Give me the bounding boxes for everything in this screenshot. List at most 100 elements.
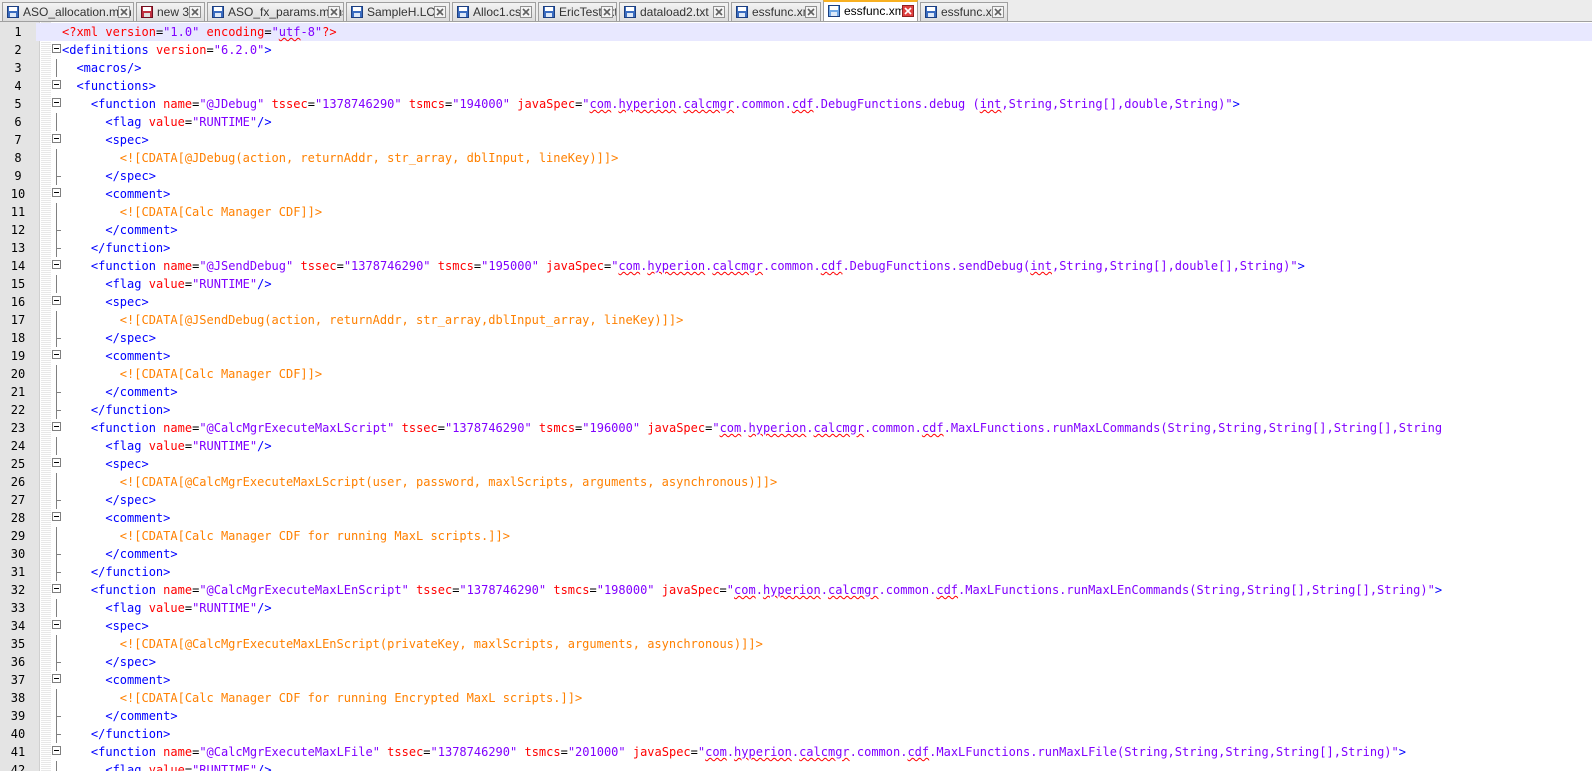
line-number: 10 bbox=[0, 185, 36, 203]
code-line[interactable]: 13 </function> bbox=[0, 239, 1592, 257]
line-number: 23 bbox=[0, 419, 36, 437]
tab-2[interactable]: new 3 bbox=[136, 2, 205, 21]
line-number: 6 bbox=[0, 113, 36, 131]
code-line[interactable]: 32 <function name="@CalcMgrExecuteMaxLEn… bbox=[0, 581, 1592, 599]
line-number: 13 bbox=[0, 239, 36, 257]
line-number: 32 bbox=[0, 581, 36, 599]
close-tab-icon[interactable] bbox=[992, 6, 1004, 18]
fold-collapse-icon[interactable] bbox=[52, 584, 61, 593]
code-line[interactable]: 34 <spec> bbox=[0, 617, 1592, 635]
close-tab-icon[interactable] bbox=[328, 6, 340, 18]
code-line[interactable]: 29 <![CDATA[Calc Manager CDF for running… bbox=[0, 527, 1592, 545]
code-line[interactable]: 3 <macros/> bbox=[0, 59, 1592, 77]
code-line[interactable]: 14 <function name="@JSendDebug" tssec="1… bbox=[0, 257, 1592, 275]
code-line[interactable]: 27 </spec> bbox=[0, 491, 1592, 509]
line-number: 30 bbox=[0, 545, 36, 563]
close-tab-icon[interactable] bbox=[118, 6, 130, 18]
fold-collapse-icon[interactable] bbox=[52, 98, 61, 107]
code-editor[interactable]: 1 <?xml version="1.0" encoding="utf-8"?> 2… bbox=[0, 22, 1592, 771]
line-number: 33 bbox=[0, 599, 36, 617]
code-line[interactable]: 8 <![CDATA[@JDebug(action, returnAddr, s… bbox=[0, 149, 1592, 167]
code-line[interactable]: 26 <![CDATA[@CalcMgrExecuteMaxLScript(us… bbox=[0, 473, 1592, 491]
line-number: 37 bbox=[0, 671, 36, 689]
code-line[interactable]: 19 <comment> bbox=[0, 347, 1592, 365]
code-line[interactable]: 38 <![CDATA[Calc Manager CDF for running… bbox=[0, 689, 1592, 707]
tab-9[interactable]: essfunc.xml bbox=[823, 0, 918, 21]
tab-4[interactable]: SampleH.LOG bbox=[346, 2, 450, 21]
close-tab-icon[interactable] bbox=[520, 6, 532, 18]
fold-collapse-icon[interactable] bbox=[52, 458, 61, 467]
tab-6[interactable]: EricTest.txt bbox=[538, 2, 617, 21]
close-tab-icon[interactable] bbox=[189, 6, 201, 18]
code-line[interactable]: 9 </spec> bbox=[0, 167, 1592, 185]
fold-collapse-icon[interactable] bbox=[52, 134, 61, 143]
tab-5[interactable]: Alloc1.csc bbox=[452, 2, 536, 21]
fold-guide bbox=[56, 761, 57, 771]
close-tab-icon[interactable] bbox=[902, 5, 914, 17]
tab-10[interactable]: essfunc.xml bbox=[920, 2, 1008, 21]
fold-collapse-icon[interactable] bbox=[52, 620, 61, 629]
code-line[interactable]: 17 <![CDATA[@JSendDebug(action, returnAd… bbox=[0, 311, 1592, 329]
code-line[interactable]: 23 <function name="@CalcMgrExecuteMaxLSc… bbox=[0, 419, 1592, 437]
code-line[interactable]: 30 </comment> bbox=[0, 545, 1592, 563]
tab-8[interactable]: essfunc.xml bbox=[731, 2, 821, 21]
close-tab-icon[interactable] bbox=[601, 6, 613, 18]
file-saved-icon bbox=[925, 6, 937, 18]
fold-collapse-icon[interactable] bbox=[52, 80, 61, 89]
code-line[interactable]: 20 <![CDATA[Calc Manager CDF]]> bbox=[0, 365, 1592, 383]
fold-guide bbox=[56, 149, 57, 167]
fold-collapse-icon[interactable] bbox=[52, 188, 61, 197]
file-unsaved-icon bbox=[141, 6, 153, 18]
code-line[interactable]: 12 </comment> bbox=[0, 221, 1592, 239]
code-line[interactable]: 5 <function name="@JDebug" tssec="137874… bbox=[0, 95, 1592, 113]
code-line[interactable]: 10 <comment> bbox=[0, 185, 1592, 203]
code-line[interactable]: 24 <flag value="RUNTIME"/> bbox=[0, 437, 1592, 455]
fold-collapse-icon[interactable] bbox=[52, 422, 61, 431]
code-text: <function name="@CalcMgrExecuteMaxLScrip… bbox=[90, 421, 1443, 435]
code-line[interactable]: 41 <function name="@CalcMgrExecuteMaxLFi… bbox=[0, 743, 1592, 761]
line-number: 11 bbox=[0, 203, 36, 221]
code-line[interactable]: 36 </spec> bbox=[0, 653, 1592, 671]
code-line[interactable]: 7 <spec> bbox=[0, 131, 1592, 149]
fold-collapse-icon[interactable] bbox=[52, 260, 61, 269]
code-line[interactable]: 21 </comment> bbox=[0, 383, 1592, 401]
code-line[interactable]: 18 </spec> bbox=[0, 329, 1592, 347]
code-line[interactable]: 28 <comment> bbox=[0, 509, 1592, 527]
code-line[interactable]: 35 <![CDATA[@CalcMgrExecuteMaxLEnScript(… bbox=[0, 635, 1592, 653]
code-line[interactable]: 11 <![CDATA[Calc Manager CDF]]> bbox=[0, 203, 1592, 221]
close-tab-icon[interactable] bbox=[434, 6, 446, 18]
code-line[interactable]: 39 </comment> bbox=[0, 707, 1592, 725]
tab-3[interactable]: ASO_fx_params.mshs bbox=[207, 2, 344, 21]
code-line[interactable]: 33 <flag value="RUNTIME"/> bbox=[0, 599, 1592, 617]
code-line[interactable]: 42 <flag value="RUNTIME"/> bbox=[0, 761, 1592, 771]
code-line[interactable]: 31 </function> bbox=[0, 563, 1592, 581]
line-number: 40 bbox=[0, 725, 36, 743]
code-line[interactable]: 15 <flag value="RUNTIME"/> bbox=[0, 275, 1592, 293]
code-line[interactable]: 25 <spec> bbox=[0, 455, 1592, 473]
code-line[interactable]: 1 <?xml version="1.0" encoding="utf-8"?> bbox=[0, 23, 1592, 41]
code-line[interactable]: 22 </function> bbox=[0, 401, 1592, 419]
tab-1[interactable]: ASO_allocation.msh bbox=[2, 2, 134, 21]
tab-7[interactable]: dataload2.txt bbox=[619, 2, 729, 21]
code-line[interactable]: 4 <functions> bbox=[0, 77, 1592, 95]
code-text: </spec> bbox=[105, 655, 156, 669]
code-line[interactable]: 6 <flag value="RUNTIME"/> bbox=[0, 113, 1592, 131]
close-tab-icon[interactable] bbox=[805, 6, 817, 18]
fold-collapse-icon[interactable] bbox=[52, 512, 61, 521]
code-line[interactable]: 37 <comment> bbox=[0, 671, 1592, 689]
fold-guide bbox=[56, 59, 57, 77]
close-tab-icon[interactable] bbox=[713, 6, 725, 18]
fold-collapse-icon[interactable] bbox=[52, 296, 61, 305]
line-number: 27 bbox=[0, 491, 36, 509]
code-line[interactable]: 16 <spec> bbox=[0, 293, 1592, 311]
tab-label: ASO_fx_params.mshs bbox=[228, 5, 344, 19]
code-line[interactable]: 40 </function> bbox=[0, 725, 1592, 743]
fold-collapse-icon[interactable] bbox=[52, 674, 61, 683]
fold-collapse-icon[interactable] bbox=[52, 350, 61, 359]
code-line[interactable]: 2 <definitions version="6.2.0"> bbox=[0, 41, 1592, 59]
fold-collapse-icon[interactable] bbox=[52, 44, 61, 53]
fold-collapse-icon[interactable] bbox=[52, 746, 61, 755]
code-text: <spec> bbox=[105, 619, 149, 633]
file-saved-icon bbox=[351, 6, 363, 18]
line-number: 20 bbox=[0, 365, 36, 383]
